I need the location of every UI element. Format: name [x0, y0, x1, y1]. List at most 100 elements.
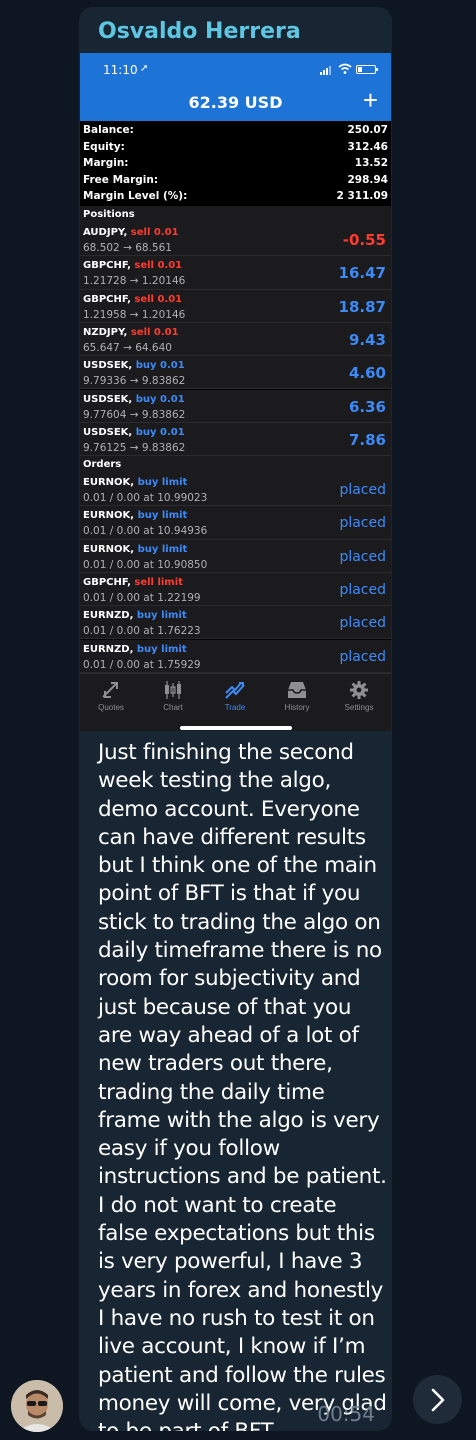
order-status: placed — [339, 548, 386, 565]
position-row[interactable]: USDSEK, buy 0.01 9.79336 → 9.83862 4.60 — [80, 356, 391, 390]
account-value: 312.46 — [347, 140, 388, 153]
account-value: 13.52 — [354, 157, 388, 170]
order-symbol: EURNZD, buy limit — [83, 610, 187, 621]
position-side: buy 0.01 — [135, 426, 185, 438]
account-row: Margin: 13.52 — [80, 155, 391, 172]
order-row[interactable]: EURNOK, buy limit 0.01 / 0.00 at 10.94936… — [80, 506, 391, 540]
avatar-photo — [11, 1380, 63, 1432]
battery-icon — [356, 65, 378, 74]
signal-icon — [320, 66, 334, 75]
forward-button[interactable] — [413, 1375, 462, 1424]
add-order-button[interactable]: + — [363, 87, 378, 113]
history-icon — [288, 682, 306, 698]
account-value: 2 311.09 — [336, 190, 388, 203]
sender-name[interactable]: Osvaldo Herrera — [98, 19, 301, 44]
position-profit: -0.55 — [342, 231, 386, 249]
order-volume-price: 0.01 / 0.00 at 10.94936 — [83, 525, 208, 538]
tab-history[interactable]: History — [266, 680, 328, 712]
position-row[interactable]: NZDJPY, sell 0.01 65.647 → 64.640 9.43 — [80, 322, 391, 357]
header-title: 62.39 USD — [188, 93, 283, 112]
tab-settings[interactable]: Settings — [328, 680, 390, 712]
account-label: Free Margin: — [83, 173, 159, 186]
account-summary: Balance: 250.07 Equity: 312.46 Margin: 13.52 F… — [80, 122, 391, 205]
message-bubble: Osvaldo Herrera 11:10 ➚ 62.39 USD + Bala… — [79, 7, 392, 1431]
position-symbol: USDSEK, buy 0.01 — [83, 394, 185, 405]
position-profit: 4.60 — [348, 364, 386, 383]
orders-header: Orders — [80, 456, 391, 473]
order-volume-price: 0.01 / 0.00 at 1.76223 — [83, 625, 201, 638]
position-row[interactable]: USDSEK, buy 0.01 9.77604 → 9.83862 6.36 — [80, 389, 391, 423]
order-row[interactable]: GBPCHF, sell limit 0.01 / 0.00 at 1.22199… — [80, 572, 391, 607]
order-type: buy limit — [136, 610, 187, 622]
position-prices: 68.502 → 68.561 — [83, 242, 172, 254]
settings-icon — [350, 681, 368, 699]
position-symbol: USDSEK, buy 0.01 — [83, 427, 185, 438]
position-row[interactable]: GBPCHF, sell 0.01 1.21728 → 1.20146 16.47 — [80, 256, 391, 290]
symbol-name: EURNOK, — [83, 477, 135, 488]
symbol-name: EURNOK, — [83, 510, 135, 522]
chart-icon — [165, 681, 181, 699]
position-prices: 65.647 → 64.640 — [83, 341, 172, 354]
position-side: sell 0.01 — [130, 326, 179, 338]
tab-bar: Quotes Chart Trade History Settings — [80, 673, 391, 731]
symbol-name: EURNZD, — [83, 610, 134, 622]
position-symbol: GBPCHF, sell 0.01 — [83, 260, 182, 271]
quotes-icon — [102, 682, 118, 698]
order-symbol: EURNOK, buy limit — [83, 477, 187, 488]
location-icon: ➚ — [140, 63, 149, 74]
symbol-name: GBPCHF, — [83, 260, 131, 272]
tab-trade[interactable]: Trade — [204, 680, 266, 712]
tab-quotes[interactable]: Quotes — [80, 680, 142, 712]
order-volume-price: 0.01 / 0.00 at 1.22199 — [83, 591, 201, 604]
position-row[interactable]: AUDJPY, sell 0.01 68.502 → 68.561 -0.55 — [80, 223, 391, 257]
positions-header: Positions — [80, 206, 391, 223]
position-side: buy 0.01 — [135, 360, 185, 372]
position-side: sell 0.01 — [134, 260, 183, 272]
order-row[interactable]: EURNZD, buy limit 0.01 / 0.00 at 1.75929 p… — [80, 639, 391, 673]
order-status: placed — [339, 482, 386, 498]
order-row[interactable]: EURNOK, buy limit 0.01 / 0.00 at 10.99023… — [80, 473, 391, 507]
position-row[interactable]: USDSEK, buy 0.01 9.76125 → 9.83862 7.86 — [80, 422, 391, 457]
symbol-name: USDSEK, — [83, 393, 133, 405]
symbol-name: GBPCHF, — [83, 293, 131, 305]
symbol-name: AUDJPY, — [83, 227, 128, 238]
order-symbol: EURNOK, buy limit — [83, 544, 187, 555]
symbol-name: EURNOK, — [83, 543, 135, 555]
order-symbol: EURNOK, buy limit — [83, 510, 187, 521]
position-profit: 16.47 — [338, 264, 386, 283]
position-profit: 7.86 — [348, 430, 386, 449]
position-side: sell 0.01 — [130, 227, 179, 238]
order-status: placed — [339, 515, 386, 532]
order-row[interactable]: EURNZD, buy limit 0.01 / 0.00 at 1.76223 p… — [80, 606, 391, 640]
position-prices: 1.21958 → 1.20146 — [83, 308, 186, 321]
position-profit: 9.43 — [348, 330, 386, 349]
position-symbol: NZDJPY, sell 0.01 — [83, 327, 179, 338]
position-symbol: GBPCHF, sell 0.01 — [83, 294, 182, 305]
order-type: sell limit — [134, 576, 183, 588]
order-symbol: EURNZD, buy limit — [83, 644, 187, 655]
position-prices: 1.21728 → 1.20146 — [83, 275, 186, 288]
account-row: Balance: 250.07 — [80, 122, 391, 139]
account-row: Free Margin: 298.94 — [80, 172, 391, 189]
order-volume-price: 0.01 / 0.00 at 1.75929 — [83, 658, 201, 671]
message-time: 00:54 — [317, 1402, 375, 1426]
position-prices: 9.76125 → 9.83862 — [83, 441, 186, 454]
position-profit: 18.87 — [338, 297, 386, 316]
order-row[interactable]: EURNOK, buy limit 0.01 / 0.00 at 10.90850… — [80, 539, 391, 573]
trade-screenshot[interactable]: 11:10 ➚ 62.39 USD + Balance: 250.07 Equity… — [80, 53, 391, 731]
order-symbol: GBPCHF, sell limit — [83, 577, 183, 588]
order-status: placed — [339, 615, 386, 632]
avatar[interactable] — [11, 1380, 63, 1432]
position-side: buy 0.01 — [135, 393, 185, 405]
tab-chart[interactable]: Chart — [142, 680, 204, 712]
position-profit: 6.36 — [348, 397, 386, 416]
account-row: Margin Level (%): 2 311.09 — [80, 188, 391, 205]
order-volume-price: 0.01 / 0.00 at 10.90850 — [83, 558, 208, 571]
position-row[interactable]: GBPCHF, sell 0.01 1.21958 → 1.20146 18.87 — [80, 289, 391, 323]
position-symbol: USDSEK, buy 0.01 — [83, 360, 185, 371]
trade-icon — [225, 682, 245, 699]
order-status: placed — [339, 581, 386, 598]
status-time: 11:10 — [103, 63, 138, 77]
account-value: 250.07 — [347, 124, 388, 136]
account-row: Equity: 312.46 — [80, 139, 391, 156]
